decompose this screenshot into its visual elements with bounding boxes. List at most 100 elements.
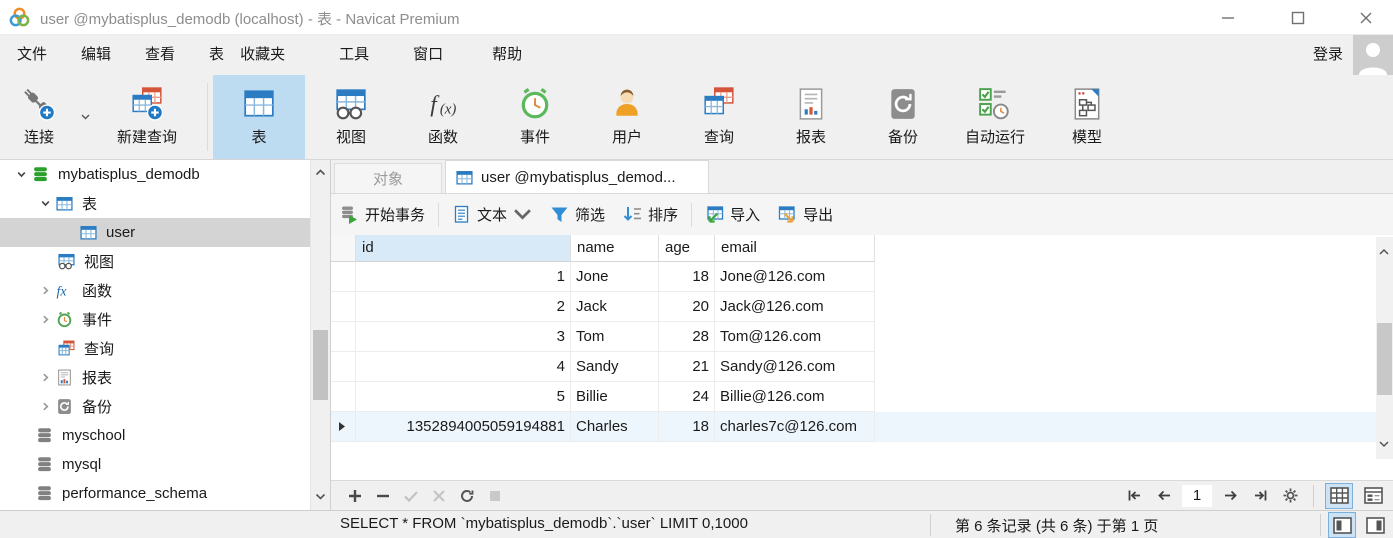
scrollbar-thumb[interactable] [1377,323,1392,395]
reports-button[interactable]: 报表 [765,75,857,159]
sidebar-item-mysql[interactable]: mysql [0,450,310,479]
table-row[interactable]: 5 Billie 24 Billie@126.com [331,382,1393,412]
discard-changes-button[interactable] [425,484,453,508]
menu-view[interactable]: 查看 [128,35,192,75]
menu-window[interactable]: 窗口 [396,35,460,75]
sidebar-scrollbar[interactable] [310,160,330,510]
page-number-input[interactable]: 1 [1182,485,1212,507]
grid-view-button[interactable] [1325,483,1353,509]
last-page-button[interactable] [1248,484,1272,508]
backup-button[interactable]: 备份 [857,75,949,159]
chevron-down-icon[interactable] [10,169,32,180]
chevron-right-icon[interactable] [34,401,56,412]
menu-help[interactable]: 帮助 [475,35,539,75]
toggle-navigation-pane-button[interactable] [1328,512,1356,538]
cell-id[interactable]: 3 [356,322,571,352]
cell-email[interactable]: charles7c@126.com [715,412,875,442]
cell-email[interactable]: Jone@126.com [715,262,875,292]
sidebar-item-events[interactable]: 事件 [0,305,310,334]
cell-age[interactable]: 18 [659,262,715,292]
tab-objects[interactable]: 对象 [334,163,442,193]
sidebar-item-user[interactable]: user [0,218,310,247]
text-mode-button[interactable]: 文本 [443,194,541,235]
model-button[interactable]: 模型 [1041,75,1133,159]
sidebar-item-backups[interactable]: 备份 [0,392,310,421]
cell-id[interactable]: 5 [356,382,571,412]
events-button[interactable]: 事件 [489,75,581,159]
row-selector[interactable] [331,292,356,322]
filter-button[interactable]: 筛选 [541,194,614,235]
menu-favorites[interactable]: 收藏夹 [232,35,302,75]
sidebar-item-queries[interactable]: 查询 [0,334,310,363]
cell-age[interactable]: 24 [659,382,715,412]
row-selector[interactable] [331,322,356,352]
cell-id[interactable]: 2 [356,292,571,322]
menu-table[interactable]: 表 [192,35,232,75]
cell-name[interactable]: Jack [571,292,659,322]
cell-age[interactable]: 20 [659,292,715,322]
table-row[interactable]: 4 Sandy 21 Sandy@126.com [331,352,1393,382]
grid-scrollbar[interactable] [1376,237,1393,459]
add-record-button[interactable] [341,484,369,508]
functions-button[interactable]: f (x) 函数 [397,75,489,159]
tab-user-table[interactable]: user @mybatisplus_demod... [445,160,709,193]
avatar[interactable] [1353,35,1393,75]
sidebar-item-views[interactable]: 视图 [0,247,310,276]
table-row-selected[interactable]: 1352894005059194881 Charles 18 charles7c… [331,412,1393,442]
menu-tools[interactable]: 工具 [322,35,386,75]
sidebar-item-myschool[interactable]: myschool [0,421,310,450]
queries-button[interactable]: 查询 [673,75,765,159]
scroll-up-icon[interactable] [314,164,327,182]
stop-button[interactable] [481,484,509,508]
maximize-button[interactable] [1283,8,1313,28]
table-row[interactable]: 3 Tom 28 Tom@126.com [331,322,1393,352]
chevron-right-icon[interactable] [34,314,56,325]
row-selector[interactable] [331,352,356,382]
cell-age[interactable]: 28 [659,322,715,352]
cell-email[interactable]: Jack@126.com [715,292,875,322]
automation-button[interactable]: 自动运行 [949,75,1041,159]
cell-id[interactable]: 1 [356,262,571,292]
export-button[interactable]: 导出 [769,194,842,235]
next-page-button[interactable] [1218,484,1242,508]
column-header-email[interactable]: email [715,235,875,262]
form-view-button[interactable] [1359,483,1387,509]
views-button[interactable]: 视图 [305,75,397,159]
cell-name[interactable]: Sandy [571,352,659,382]
row-selector[interactable] [331,382,356,412]
chevron-down-icon[interactable] [34,198,56,209]
column-header-age[interactable]: age [659,235,715,262]
cell-name[interactable]: Charles [571,412,659,442]
scroll-down-icon[interactable] [1378,435,1390,453]
cell-email[interactable]: Billie@126.com [715,382,875,412]
sort-button[interactable]: 排序 [614,194,687,235]
row-selector[interactable] [331,412,356,442]
previous-page-button[interactable] [1152,484,1176,508]
users-button[interactable]: 用户 [581,75,673,159]
scroll-down-icon[interactable] [314,488,327,506]
login-button[interactable]: 登录 [1303,35,1353,75]
column-header-name[interactable]: name [571,235,659,262]
cell-name[interactable]: Jone [571,262,659,292]
cell-email[interactable]: Tom@126.com [715,322,875,352]
first-page-button[interactable] [1122,484,1146,508]
grid-settings-button[interactable] [1278,484,1302,508]
menu-edit[interactable]: 编辑 [64,35,128,75]
begin-transaction-button[interactable]: 开始事务 [331,194,434,235]
connection-button[interactable]: 连接 [0,75,78,159]
menu-file[interactable]: 文件 [0,35,64,75]
sidebar-item-functions[interactable]: fx 函数 [0,276,310,305]
scrollbar-thumb[interactable] [313,330,328,400]
cell-id[interactable]: 1352894005059194881 [356,412,571,442]
apply-changes-button[interactable] [397,484,425,508]
cell-name[interactable]: Billie [571,382,659,412]
row-selector[interactable] [331,262,356,292]
cell-id[interactable]: 4 [356,352,571,382]
cell-age[interactable]: 18 [659,412,715,442]
chevron-right-icon[interactable] [34,285,56,296]
column-header-id[interactable]: id [356,235,571,262]
scroll-up-icon[interactable] [1378,243,1390,261]
close-button[interactable] [1351,8,1381,28]
sidebar-item-mybatisplus-demodb[interactable]: mybatisplus_demodb [0,160,310,189]
refresh-button[interactable] [453,484,481,508]
